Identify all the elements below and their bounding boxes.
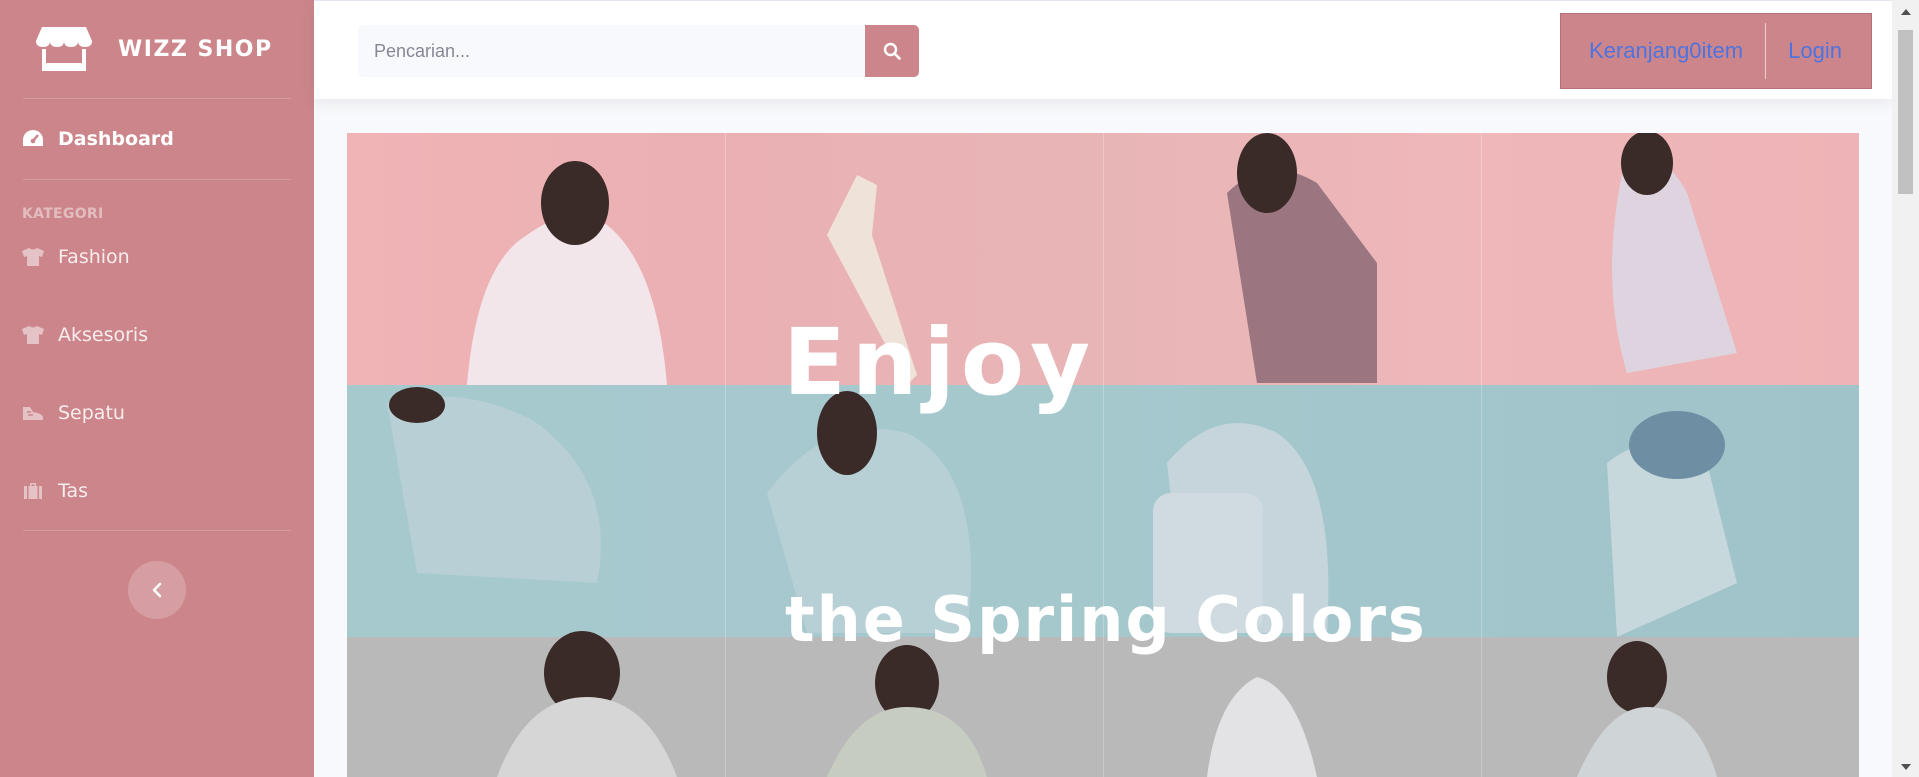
tshirt-icon	[22, 324, 44, 346]
sidebar-item-tas[interactable]: Tas	[0, 466, 314, 516]
sidebar-item-label: Dashboard	[58, 128, 174, 150]
search-form	[358, 25, 919, 77]
hero-banner: Enjoy the Spring Colors	[347, 133, 1859, 777]
scroll-up-icon[interactable]	[1892, 2, 1919, 22]
sidebar-item-label: Tas	[58, 480, 89, 502]
sidebar-heading: KATEGORI	[22, 206, 104, 222]
sidebar-item-sepatu[interactable]: Sepatu	[0, 388, 314, 438]
banner-photo-collage	[387, 133, 1737, 777]
sidebar-item-aksesoris[interactable]: Aksesoris	[0, 310, 314, 360]
login-link[interactable]: Login	[1788, 38, 1842, 64]
scroll-down-icon[interactable]	[1892, 757, 1919, 777]
search-icon	[883, 42, 901, 60]
cart-link[interactable]: Keranjang0item	[1589, 38, 1743, 64]
tachometer-icon	[22, 128, 44, 150]
sidebar: WIZZ SHOP Dashboard KATEGORI Fashion Aks…	[0, 0, 314, 777]
user-nav: Keranjang0item Login	[1560, 13, 1872, 89]
chevron-left-icon	[152, 582, 162, 598]
store-icon	[36, 27, 92, 71]
shoe-icon	[22, 402, 44, 424]
topbar: Keranjang0item Login	[314, 0, 1892, 99]
sidebar-divider	[23, 530, 291, 531]
brand-name: WIZZ SHOP	[118, 36, 273, 62]
sidebar-item-label: Sepatu	[58, 402, 125, 424]
sidebar-divider	[23, 179, 291, 180]
sidebar-item-label: Fashion	[58, 246, 130, 268]
scrollbar-thumb[interactable]	[1898, 30, 1913, 194]
sidebar-item-fashion[interactable]: Fashion	[0, 232, 314, 282]
briefcase-icon	[22, 480, 44, 502]
tshirt-icon	[22, 246, 44, 268]
sidebar-item-label: Aksesoris	[58, 324, 149, 346]
banner-subheadline: the Spring Colors	[785, 583, 1427, 656]
sidebar-item-dashboard[interactable]: Dashboard	[0, 99, 314, 179]
brand-link[interactable]: WIZZ SHOP	[0, 0, 314, 98]
search-input[interactable]	[358, 25, 865, 77]
banner-headline: Enjoy	[783, 309, 1097, 416]
topbar-divider	[1765, 23, 1767, 79]
sidebar-toggle-button[interactable]	[128, 561, 186, 619]
page-scrollbar[interactable]	[1892, 0, 1919, 777]
search-button[interactable]	[865, 25, 919, 77]
